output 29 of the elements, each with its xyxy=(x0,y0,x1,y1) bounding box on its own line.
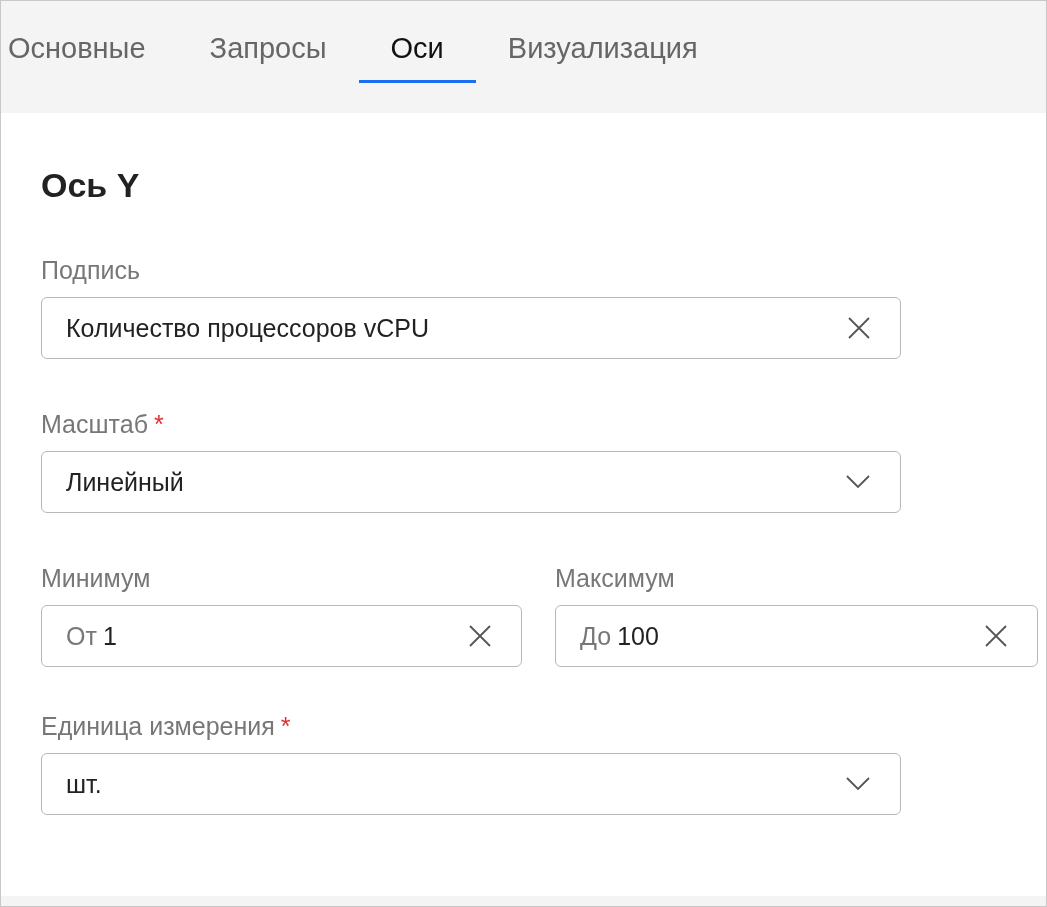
input-field[interactable]: До 100 xyxy=(555,605,1038,667)
section-title: Ось Y xyxy=(41,165,141,205)
required-mark: * xyxy=(153,409,164,439)
input-field[interactable]: От 1 xyxy=(41,605,522,667)
field-label: Подпись xyxy=(41,255,140,285)
field-value: Линейный xyxy=(66,467,184,497)
required-mark: * xyxy=(280,711,291,741)
field-prefix: От xyxy=(66,621,97,651)
field-value: Количество процессоров vCPU xyxy=(66,313,429,343)
input-field[interactable]: Количество процессоров vCPU xyxy=(41,297,901,359)
chevron-down-icon[interactable] xyxy=(846,777,870,791)
field-value: шт. xyxy=(66,769,102,799)
tab[interactable]: Оси xyxy=(358,1,476,83)
clear-icon[interactable] xyxy=(985,625,1007,647)
chevron-down-icon[interactable] xyxy=(846,475,870,489)
field-label: Масштаб xyxy=(41,409,148,439)
select-field[interactable]: Линейный xyxy=(41,451,901,513)
tab[interactable]: Визуализация xyxy=(475,1,730,83)
tab[interactable]: Запросы xyxy=(177,1,359,83)
field-label: Единица измерения xyxy=(41,711,275,741)
field-value: 100 xyxy=(617,621,659,651)
tab[interactable]: Основные xyxy=(1,1,178,83)
field-label: Максимум xyxy=(555,563,675,593)
field-value: 1 xyxy=(102,621,117,651)
field-prefix: До xyxy=(580,621,612,651)
clear-icon[interactable] xyxy=(848,317,870,339)
select-field[interactable]: шт. xyxy=(41,753,901,815)
clear-icon[interactable] xyxy=(469,625,491,647)
field-label: Минимум xyxy=(41,563,151,593)
